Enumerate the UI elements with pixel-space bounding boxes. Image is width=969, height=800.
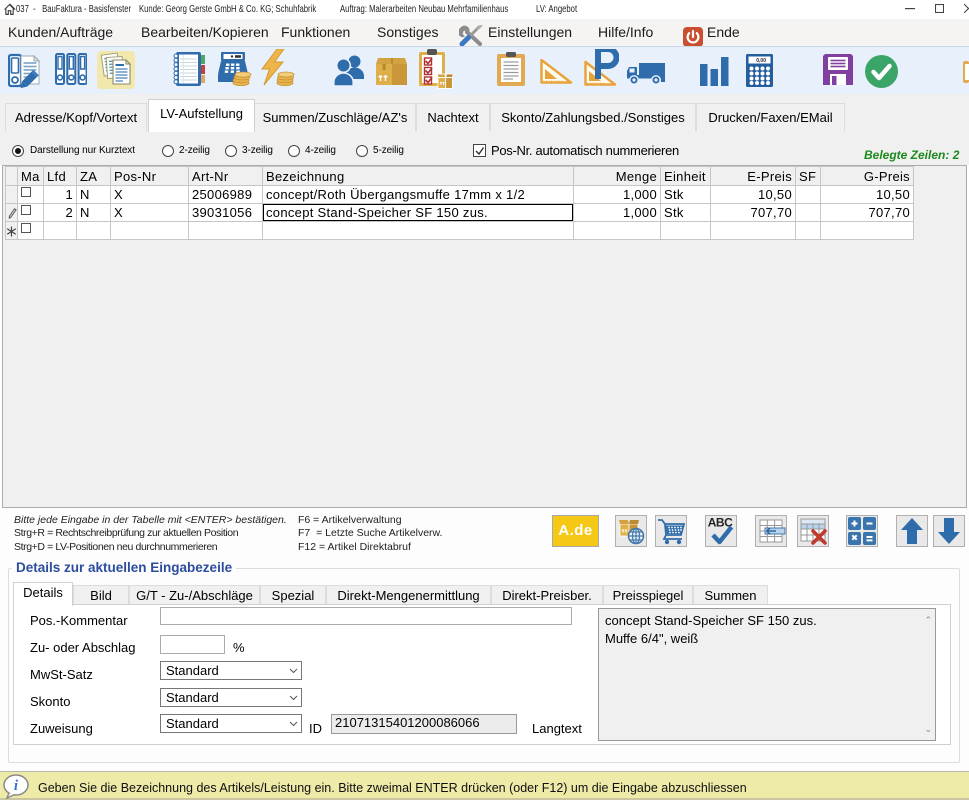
svg-text:0,00: 0,00 [756, 58, 766, 64]
